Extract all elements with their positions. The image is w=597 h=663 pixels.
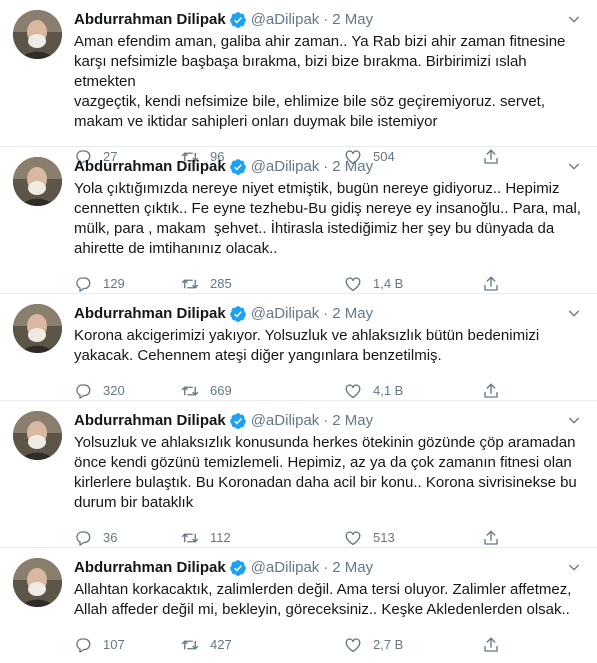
verified-badge-icon: [229, 158, 247, 176]
tweet-header: Abdurrahman Dilipak @aDilipak · 2 May: [74, 157, 581, 177]
chevron-down-icon[interactable]: [566, 412, 582, 428]
author-name[interactable]: Abdurrahman Dilipak: [74, 558, 226, 578]
separator-dot: ·: [323, 559, 329, 576]
like-count: 4,1 B: [373, 383, 404, 398]
reply-count: 36: [103, 530, 118, 545]
author-handle[interactable]: @aDilipak: [251, 304, 320, 324]
tweet-timestamp[interactable]: 2 May: [332, 304, 373, 324]
retweet-count: 112: [210, 530, 231, 545]
retweet-icon: [181, 636, 199, 654]
like-button[interactable]: 2,7 B: [344, 626, 403, 663]
verified-badge-icon: [229, 11, 247, 29]
tweet-text: Korona akcigerimizi yakıyor. Yolsuzluk v…: [74, 327, 540, 364]
avatar[interactable]: [13, 304, 62, 353]
avatar[interactable]: [13, 157, 62, 206]
retweet-icon: [181, 382, 199, 400]
share-icon: [482, 382, 500, 400]
tweet[interactable]: Abdurrahman Dilipak @aDilipak · 2 May Ko…: [0, 294, 597, 401]
chevron-down-icon[interactable]: [566, 11, 582, 27]
tweet-header: Abdurrahman Dilipak @aDilipak · 2 May: [74, 558, 581, 578]
tweet[interactable]: Abdurrahman Dilipak @aDilipak · 2 May Al…: [0, 548, 597, 660]
chevron-down-icon[interactable]: [566, 559, 582, 575]
separator-dot: ·: [323, 11, 329, 28]
author-handle[interactable]: @aDilipak: [251, 157, 320, 177]
retweet-count: 669: [210, 383, 232, 398]
tweet[interactable]: Abdurrahman Dilipak @aDilipak · 2 May Yo…: [0, 401, 597, 548]
share-button[interactable]: [482, 626, 500, 663]
author-handle[interactable]: @aDilipak: [251, 558, 320, 578]
share-icon: [482, 529, 500, 547]
tweet-timestamp[interactable]: 2 May: [332, 411, 373, 431]
author-handle[interactable]: @aDilipak: [251, 10, 320, 30]
author-name[interactable]: Abdurrahman Dilipak: [74, 304, 226, 324]
reply-button[interactable]: 107: [74, 626, 125, 663]
author-name[interactable]: Abdurrahman Dilipak: [74, 10, 226, 30]
retweet-icon: [181, 275, 199, 293]
retweet-count: 285: [210, 276, 232, 291]
tweet-feed: Abdurrahman Dilipak @aDilipak · 2 May Am…: [0, 0, 597, 660]
share-icon: [482, 275, 500, 293]
retweet-count: 427: [210, 637, 232, 652]
tweet-actions: 107 427 2,7 B: [74, 626, 581, 663]
reply-count: 107: [103, 637, 125, 652]
author-name[interactable]: Abdurrahman Dilipak: [74, 157, 226, 177]
tweet-text: Allahtan korkacaktık, zalimlerden değil.…: [74, 581, 572, 618]
author-handle[interactable]: @aDilipak: [251, 411, 320, 431]
like-count: 1,4 B: [373, 276, 404, 291]
heart-icon: [344, 529, 362, 547]
avatar[interactable]: [13, 10, 62, 59]
separator-dot: ·: [323, 158, 329, 175]
reply-count: 129: [103, 276, 125, 291]
tweet-timestamp[interactable]: 2 May: [332, 558, 373, 578]
verified-badge-icon: [229, 559, 247, 577]
separator-dot: ·: [323, 305, 329, 322]
heart-icon: [344, 275, 362, 293]
verified-badge-icon: [229, 305, 247, 323]
separator-dot: ·: [323, 412, 329, 429]
tweet-text: Yola çıktığımızda nereye niyet etmiştik,…: [74, 180, 581, 257]
tweet-header: Abdurrahman Dilipak @aDilipak · 2 May: [74, 304, 581, 324]
tweet-header: Abdurrahman Dilipak @aDilipak · 2 May: [74, 411, 581, 431]
like-count: 513: [373, 530, 395, 545]
tweet-timestamp[interactable]: 2 May: [332, 10, 373, 30]
chevron-down-icon[interactable]: [566, 305, 582, 321]
retweet-button[interactable]: 427: [181, 626, 232, 663]
reply-icon: [74, 382, 92, 400]
retweet-icon: [181, 529, 199, 547]
tweet[interactable]: Abdurrahman Dilipak @aDilipak · 2 May Am…: [0, 0, 597, 165]
like-count: 2,7 B: [373, 637, 404, 652]
heart-icon: [344, 382, 362, 400]
chevron-down-icon[interactable]: [566, 158, 582, 174]
reply-icon: [74, 529, 92, 547]
tweet-header: Abdurrahman Dilipak @aDilipak · 2 May: [74, 10, 581, 30]
reply-icon: [74, 636, 92, 654]
tweet-text: Yolsuzluk ve ahlaksızlık konusunda herke…: [74, 434, 577, 511]
tweet[interactable]: Abdurrahman Dilipak @aDilipak · 2 May Yo…: [0, 147, 597, 294]
verified-badge-icon: [229, 412, 247, 430]
tweet-text: Aman efendim aman, galiba ahir zaman.. Y…: [74, 33, 566, 130]
avatar[interactable]: [13, 558, 62, 607]
reply-count: 320: [103, 383, 125, 398]
share-icon: [482, 636, 500, 654]
heart-icon: [344, 636, 362, 654]
avatar[interactable]: [13, 411, 62, 460]
tweet-timestamp[interactable]: 2 May: [332, 157, 373, 177]
author-name[interactable]: Abdurrahman Dilipak: [74, 411, 226, 431]
reply-icon: [74, 275, 92, 293]
